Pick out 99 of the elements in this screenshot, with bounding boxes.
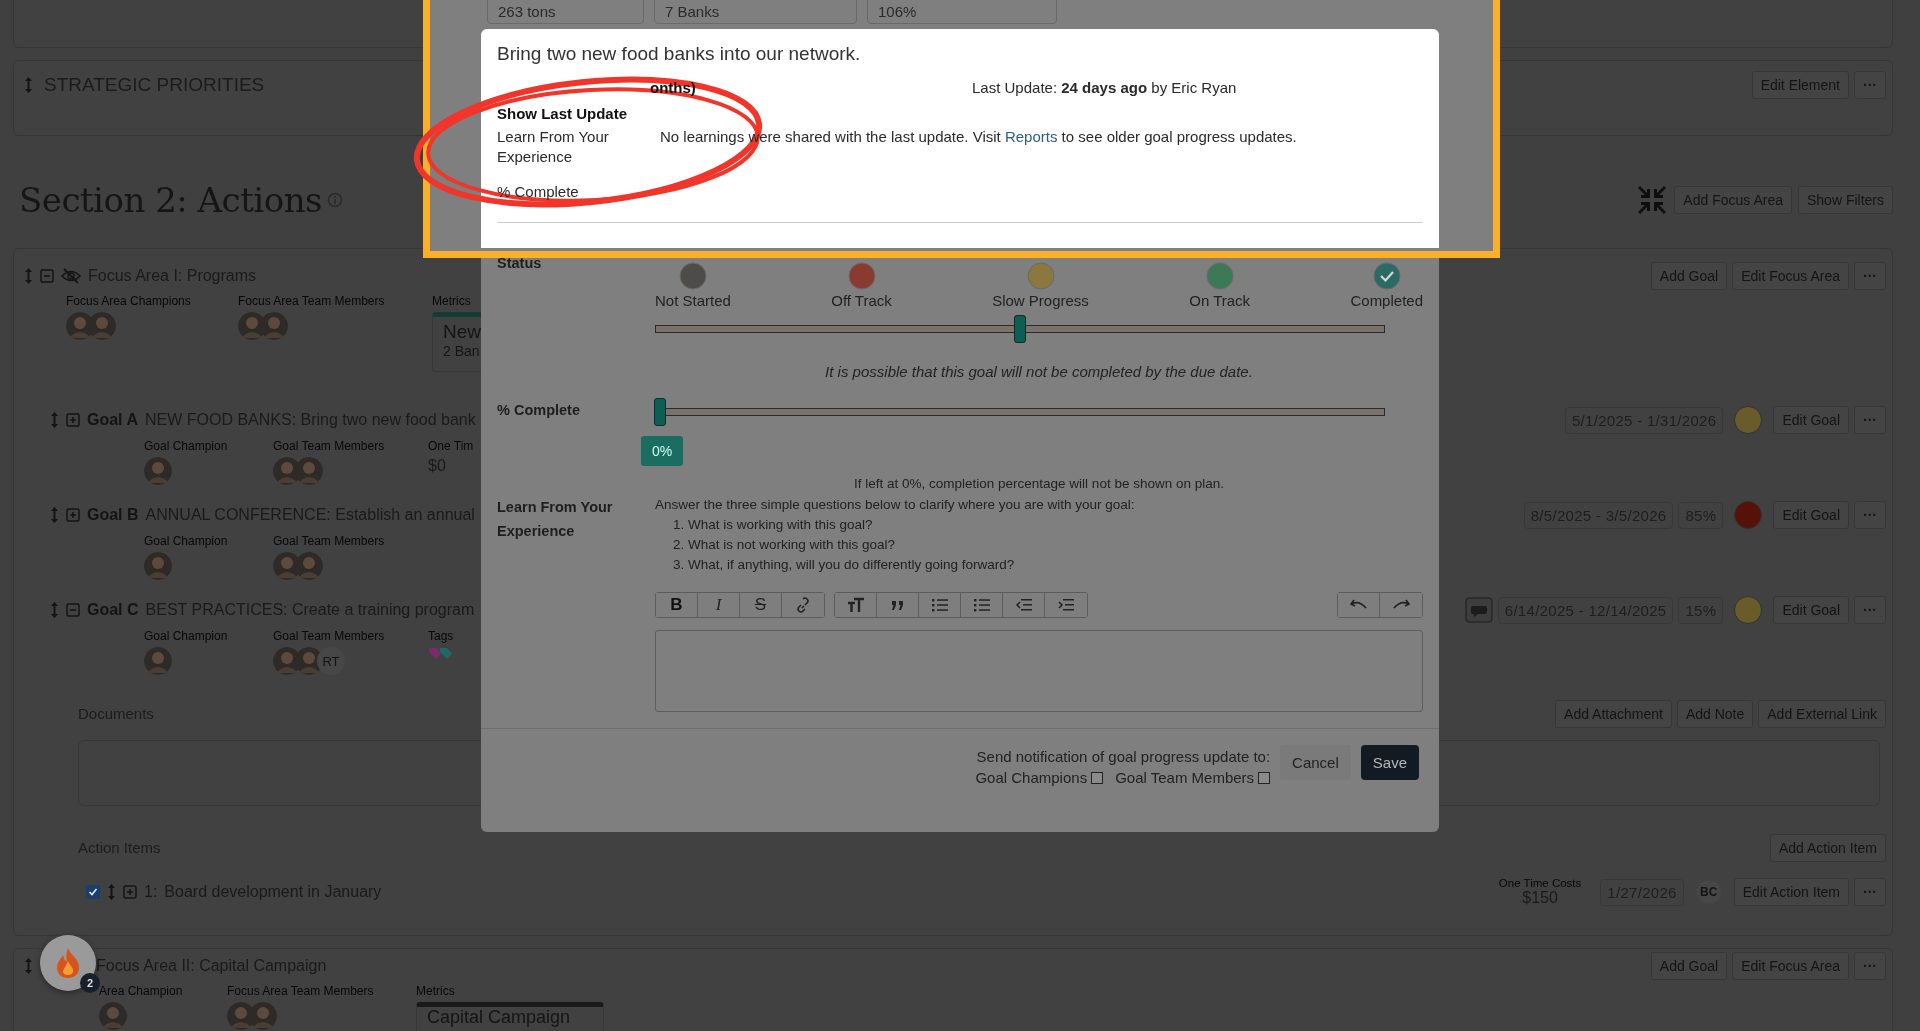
field-label: Metrics xyxy=(416,983,456,998)
field-label: Goal Team Members xyxy=(273,438,386,453)
notification-badge: 2 xyxy=(80,973,100,993)
expand-icon[interactable] xyxy=(66,413,80,427)
question-item: 2. What is not working with this goal? xyxy=(673,537,897,552)
move-icon[interactable] xyxy=(24,267,33,285)
more-button[interactable]: ··· xyxy=(1854,501,1886,529)
move-icon[interactable] xyxy=(50,601,59,619)
outdent-icon xyxy=(1014,597,1033,613)
avatar xyxy=(260,312,288,340)
field-label: Status xyxy=(497,256,543,273)
save-button[interactable]: Save xyxy=(1360,745,1419,780)
more-button[interactable]: ··· xyxy=(1854,878,1886,906)
status-label: Completed xyxy=(1350,292,1423,309)
field-label: Goal Team Members xyxy=(273,628,386,643)
question-item: 3. What, if anything, will you do differently going forward? xyxy=(673,557,1016,572)
move-icon[interactable] xyxy=(107,883,116,901)
field-label: Goal Team Members xyxy=(273,533,386,548)
collapse-all-icon[interactable] xyxy=(1636,184,1669,216)
status-circle[interactable] xyxy=(1205,262,1234,290)
link-icon xyxy=(795,597,811,613)
bold-button[interactable]: B xyxy=(656,593,698,617)
avatar xyxy=(295,457,323,485)
flame-icon xyxy=(55,947,81,979)
field-label: Focus Area Team Members xyxy=(227,983,375,998)
metric-value: 106% xyxy=(878,3,917,20)
popover-title: Bring two new food banks into our network. xyxy=(497,43,862,65)
move-icon[interactable] xyxy=(24,76,33,94)
status-circle[interactable] xyxy=(847,262,876,290)
status-circle[interactable] xyxy=(678,262,707,290)
move-icon[interactable] xyxy=(50,411,59,429)
numbered-list-icon xyxy=(972,597,991,613)
status-label: Slow Progress xyxy=(992,292,1089,309)
check-circle-icon[interactable] xyxy=(1372,262,1401,290)
move-icon[interactable] xyxy=(50,506,59,524)
collapse-icon[interactable] xyxy=(66,603,80,617)
notification-text: Send notification of goal progress update to: xyxy=(976,748,1271,765)
more-button[interactable]: ··· xyxy=(1854,596,1886,624)
text-size-icon xyxy=(846,597,865,613)
field-label: Learn From Your Experience xyxy=(497,498,614,541)
comment-icon[interactable] xyxy=(1464,597,1493,623)
collapse-icon[interactable] xyxy=(40,269,54,283)
status-slider[interactable] xyxy=(655,315,1385,343)
expand-icon[interactable] xyxy=(123,885,137,899)
cost-label: One Time Costs xyxy=(1498,877,1582,889)
field-label: One Tim xyxy=(428,438,475,453)
text-editor[interactable] xyxy=(655,630,1423,712)
field-label: % Complete xyxy=(497,401,581,420)
quote-icon xyxy=(889,599,906,611)
metric-value: 7 Banks xyxy=(665,3,720,20)
indent-icon xyxy=(1057,597,1075,613)
field-label: Goal Champion xyxy=(144,438,229,453)
avatar xyxy=(144,647,172,675)
field-label: Metrics xyxy=(432,293,472,308)
checkbox-label: Goal Team Members xyxy=(1115,769,1255,786)
checkbox[interactable] xyxy=(1258,771,1271,784)
bulleted-list-icon xyxy=(930,597,949,613)
show-last-update-heading: Show Last Update xyxy=(497,105,628,122)
more-button[interactable]: ··· xyxy=(1854,71,1886,99)
undo-button[interactable] xyxy=(1338,593,1380,617)
field-label: Learn From Your Experience xyxy=(497,127,610,167)
field-label: Goal Champion xyxy=(144,628,229,643)
slider-thumb[interactable] xyxy=(1014,315,1026,343)
avatar xyxy=(88,312,116,340)
checkbox[interactable] xyxy=(86,885,100,899)
more-button[interactable]: ··· xyxy=(1854,952,1886,980)
avatar xyxy=(144,552,172,580)
avatar xyxy=(144,457,172,485)
field-label: Tags xyxy=(428,628,455,643)
more-button[interactable]: ··· xyxy=(1854,262,1886,290)
percent-badge: 0% xyxy=(641,436,684,466)
status-label: On Track xyxy=(1189,292,1251,309)
checkbox-label: Goal Champions xyxy=(975,769,1088,786)
checkbox[interactable] xyxy=(1091,771,1104,784)
percent-slider[interactable] xyxy=(655,398,1385,426)
avatar xyxy=(99,1002,127,1030)
field-label: Focus Area Champions xyxy=(66,293,192,308)
percent-note: If left at 0%, completion percentage will not be shown on plan. xyxy=(853,476,1225,491)
field-label: Goal Champion xyxy=(144,533,229,548)
heading-button[interactable] xyxy=(835,593,877,617)
instructions-text: Answer the three simple questions below to clarify where you are with your goal: xyxy=(655,497,1136,512)
question-item: 1. What is working with this goal? xyxy=(673,517,874,532)
status-circle[interactable] xyxy=(1026,262,1055,290)
metric-value: 263 tons xyxy=(498,3,556,20)
field-label: Area Champion xyxy=(99,983,184,998)
slider-thumb[interactable] xyxy=(654,398,666,426)
expand-icon[interactable] xyxy=(66,508,80,522)
status-label: Off Track xyxy=(831,292,892,309)
status-label: Not Started xyxy=(655,292,731,309)
reports-link[interactable]: Reports xyxy=(1004,128,1058,145)
move-icon[interactable] xyxy=(24,957,33,975)
cancel-button[interactable]: Cancel xyxy=(1280,745,1351,780)
status-note: It is possible that this goal will not be completed by the due date. xyxy=(824,363,1254,380)
field-label: Focus Area Team Members xyxy=(238,293,386,308)
avatar xyxy=(295,552,323,580)
more-button[interactable]: ··· xyxy=(1854,406,1886,434)
avatar xyxy=(249,1002,277,1030)
last-update-text: Last Update: 24 days ago by Eric Ryan xyxy=(972,79,1237,96)
eye-slash-icon[interactable] xyxy=(61,268,81,284)
